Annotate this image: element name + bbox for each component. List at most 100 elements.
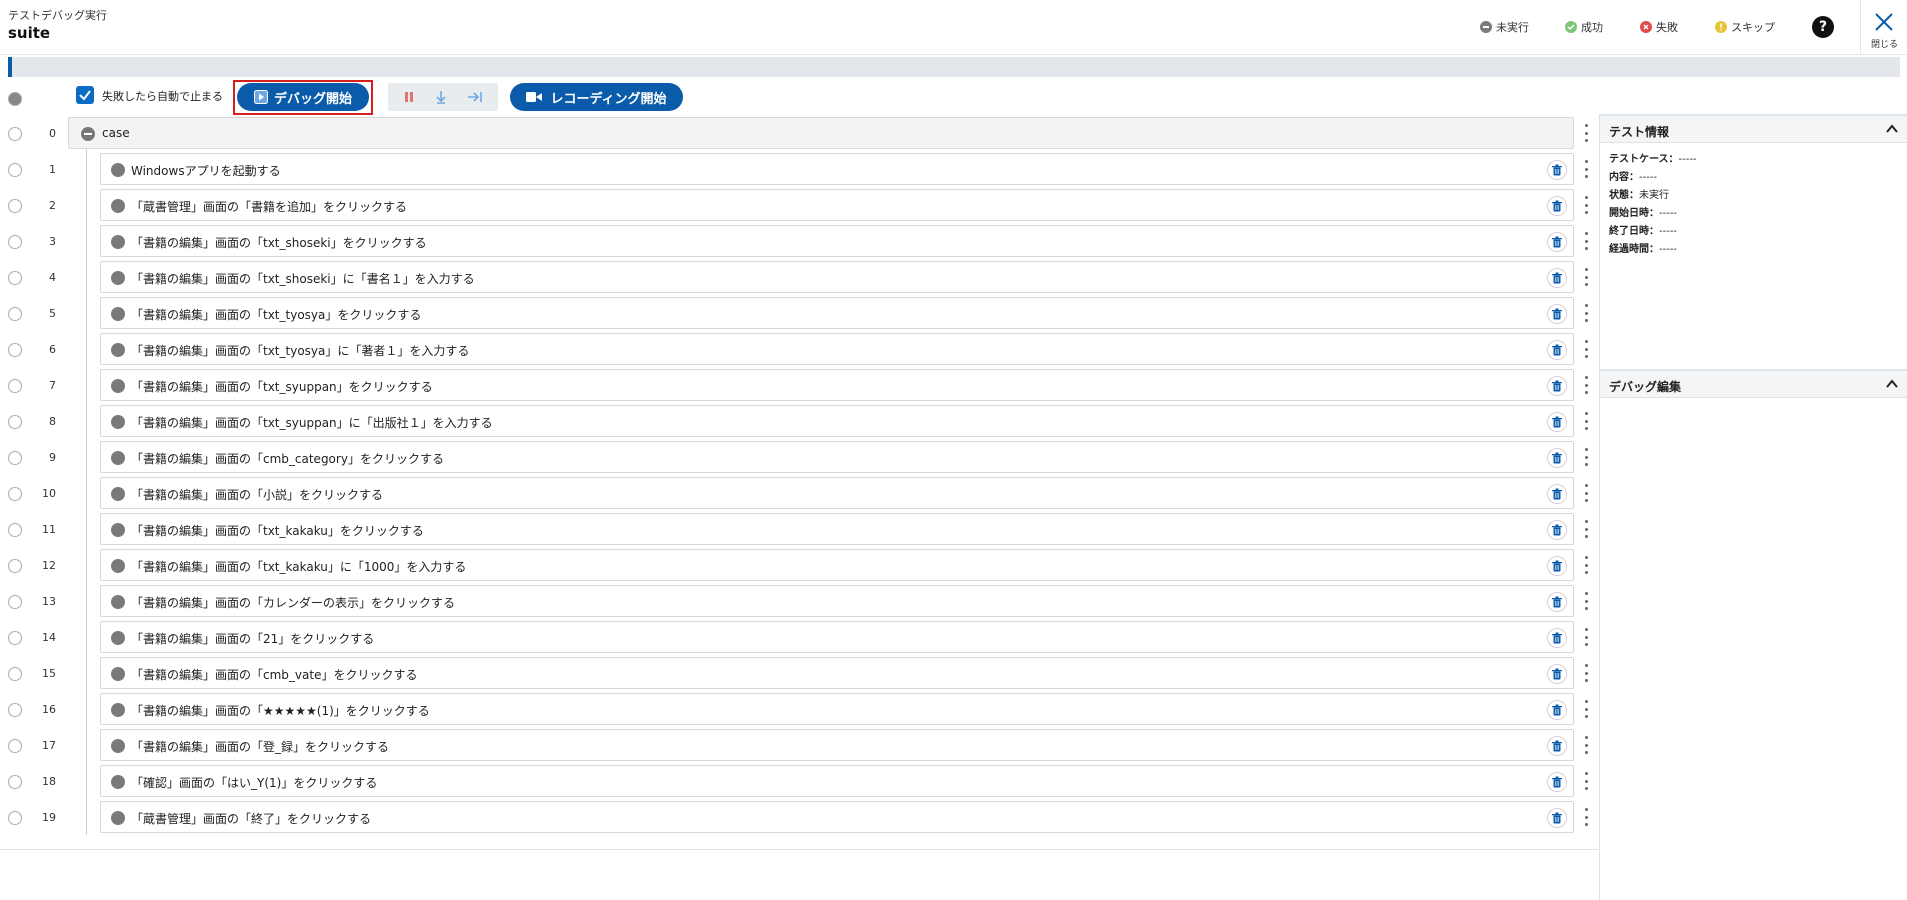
row-select-radio[interactable] (8, 307, 22, 321)
kebab-menu-icon[interactable] (1581, 304, 1591, 322)
step-into-icon[interactable] (466, 89, 484, 105)
debug-edit-header[interactable]: デバッグ編集 (1600, 369, 1907, 398)
kebab-menu-icon[interactable] (1581, 520, 1591, 538)
row-select-radio[interactable] (8, 811, 22, 825)
row-select-radio[interactable] (8, 703, 22, 717)
trash-icon[interactable] (1547, 448, 1567, 468)
kebab-menu-icon[interactable] (1581, 160, 1591, 178)
test-info-header[interactable]: テスト情報 (1600, 114, 1907, 143)
row-number: 5 (49, 307, 56, 320)
step-item[interactable]: 「書籍の編集」画面の「カレンダーの表示」をクリックする (100, 585, 1574, 617)
step-item[interactable]: 「蔵書管理」画面の「書籍を追加」をクリックする (100, 189, 1574, 221)
row-select-radio[interactable] (8, 523, 22, 537)
kebab-menu-icon[interactable] (1581, 736, 1591, 754)
kebab-menu-icon[interactable] (1581, 628, 1591, 646)
trash-icon[interactable] (1547, 592, 1567, 612)
row-select-radio[interactable] (8, 163, 22, 177)
trash-icon[interactable] (1547, 808, 1567, 828)
right-panel: テスト情報 テストケース：----- 内容：----- 状態：未実行 開始日時：---… (1599, 114, 1907, 900)
auto-stop-checkbox[interactable] (76, 86, 94, 104)
row-select-radio[interactable] (8, 559, 22, 573)
kebab-menu-icon[interactable] (1581, 664, 1591, 682)
chevron-up-icon[interactable] (1885, 377, 1899, 391)
step-item[interactable]: Windowsアプリを起動する (100, 153, 1574, 185)
recording-start-label: レコーディング開始 (550, 91, 667, 107)
trash-icon[interactable] (1547, 160, 1567, 180)
step-row: 4 「書籍の編集」画面の「txt_shoseki」に「書名１」を入力する (0, 259, 1598, 295)
step-item[interactable]: 「書籍の編集」画面の「txt_syuppan」に「出版社１」を入力する (100, 405, 1574, 437)
help-button[interactable]: ? (1812, 16, 1834, 38)
kebab-menu-icon[interactable] (1581, 556, 1591, 574)
trash-icon[interactable] (1547, 628, 1567, 648)
step-item[interactable]: 「書籍の編集」画面の「txt_shoseki」に「書名１」を入力する (100, 261, 1574, 293)
kebab-menu-icon[interactable] (1581, 484, 1591, 502)
trash-icon[interactable] (1547, 196, 1567, 216)
chevron-up-icon[interactable] (1885, 122, 1899, 136)
legend-label: スキップ (1731, 21, 1775, 34)
row-select-radio[interactable] (8, 415, 22, 429)
trash-icon[interactable] (1547, 736, 1567, 756)
trash-icon[interactable] (1547, 376, 1567, 396)
collapse-icon[interactable] (81, 127, 95, 141)
row-select-radio[interactable] (8, 667, 22, 681)
step-item[interactable]: 「書籍の編集」画面の「cmb_vate」をクリックする (100, 657, 1574, 689)
row-select-radio[interactable] (8, 235, 22, 249)
trash-icon[interactable] (1547, 700, 1567, 720)
trash-icon[interactable] (1547, 232, 1567, 252)
step-item[interactable]: 「書籍の編集」画面の「txt_kakaku」をクリックする (100, 513, 1574, 545)
recording-start-button[interactable]: レコーディング開始 (510, 83, 683, 111)
trash-icon[interactable] (1547, 268, 1567, 288)
trash-icon[interactable] (1547, 772, 1567, 792)
row-select-radio[interactable] (8, 595, 22, 609)
kebab-menu-icon[interactable] (1581, 448, 1591, 466)
step-item[interactable]: 「書籍の編集」画面の「txt_kakaku」に「1000」を入力する (100, 549, 1574, 581)
trash-icon[interactable] (1547, 664, 1567, 684)
kebab-menu-icon[interactable] (1581, 124, 1591, 142)
step-item[interactable]: 「書籍の編集」画面の「txt_shoseki」をクリックする (100, 225, 1574, 257)
kebab-menu-icon[interactable] (1581, 232, 1591, 250)
kebab-menu-icon[interactable] (1581, 196, 1591, 214)
step-item[interactable]: 「書籍の編集」画面の「★★★★★(1)」をクリックする (100, 693, 1574, 725)
step-item[interactable]: 「書籍の編集」画面の「21」をクリックする (100, 621, 1574, 653)
row-select-radio[interactable] (8, 271, 22, 285)
kebab-menu-icon[interactable] (1581, 340, 1591, 358)
step-item[interactable]: 「書籍の編集」画面の「cmb_category」をクリックする (100, 441, 1574, 473)
trash-icon[interactable] (1547, 340, 1567, 360)
row-select-radio[interactable] (8, 199, 22, 213)
row-select-radio[interactable] (8, 127, 22, 141)
step-item[interactable]: 「書籍の編集」画面の「txt_syuppan」をクリックする (100, 369, 1574, 401)
exclamation-icon (1715, 21, 1727, 33)
case-item[interactable]: case (68, 117, 1574, 149)
row-select-radio[interactable] (8, 487, 22, 501)
trash-icon[interactable] (1547, 520, 1567, 540)
step-item[interactable]: 「書籍の編集」画面の「登_録」をクリックする (100, 729, 1574, 761)
step-item[interactable]: 「確認」画面の「はい_Y(1)」をクリックする (100, 765, 1574, 797)
pause-icon[interactable] (402, 90, 416, 104)
trash-icon[interactable] (1547, 556, 1567, 576)
kebab-menu-icon[interactable] (1581, 412, 1591, 430)
step-item[interactable]: 「書籍の編集」画面の「小説」をクリックする (100, 477, 1574, 509)
close-button[interactable]: 閉じる (1860, 0, 1907, 55)
step-item[interactable]: 「書籍の編集」画面の「txt_tyosya」をクリックする (100, 297, 1574, 329)
kebab-menu-icon[interactable] (1581, 772, 1591, 790)
debug-start-button[interactable]: デバッグ開始 (237, 83, 369, 111)
kebab-menu-icon[interactable] (1581, 592, 1591, 610)
row-number: 17 (42, 739, 56, 752)
step-item[interactable]: 「蔵書管理」画面の「終了」をクリックする (100, 801, 1574, 833)
select-all-radio[interactable] (8, 92, 22, 106)
kebab-menu-icon[interactable] (1581, 268, 1591, 286)
trash-icon[interactable] (1547, 304, 1567, 324)
kebab-menu-icon[interactable] (1581, 700, 1591, 718)
trash-icon[interactable] (1547, 412, 1567, 432)
row-select-radio[interactable] (8, 739, 22, 753)
kebab-menu-icon[interactable] (1581, 808, 1591, 826)
kebab-menu-icon[interactable] (1581, 376, 1591, 394)
step-item[interactable]: 「書籍の編集」画面の「txt_tyosya」に「著者１」を入力する (100, 333, 1574, 365)
row-select-radio[interactable] (8, 631, 22, 645)
row-select-radio[interactable] (8, 775, 22, 789)
trash-icon[interactable] (1547, 484, 1567, 504)
row-select-radio[interactable] (8, 451, 22, 465)
row-select-radio[interactable] (8, 379, 22, 393)
row-select-radio[interactable] (8, 343, 22, 357)
step-over-icon[interactable] (433, 89, 449, 105)
